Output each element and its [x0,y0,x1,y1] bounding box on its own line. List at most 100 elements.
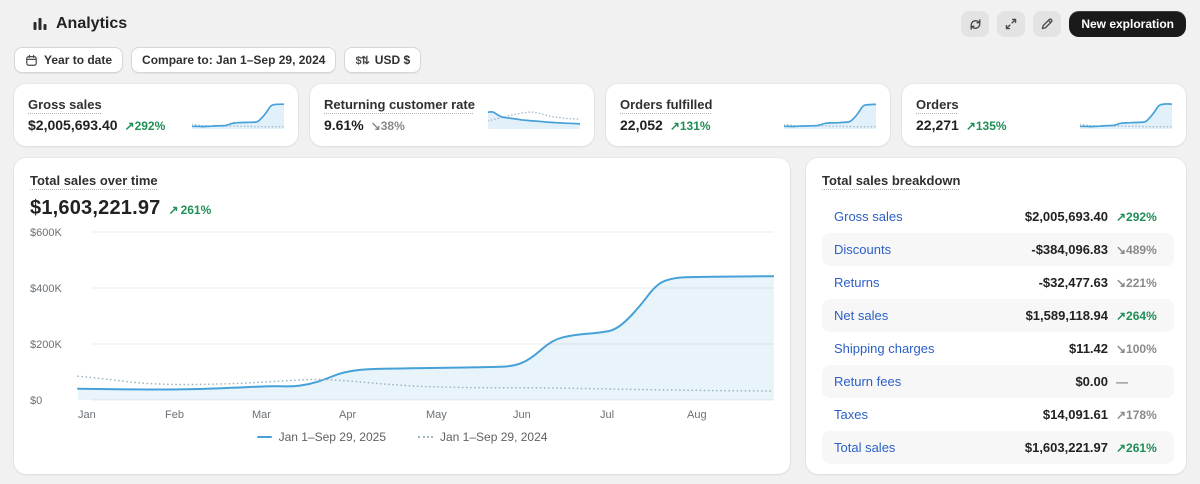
breakdown-row-net-sales: Net sales $1,589,118.94 ↗264% [822,299,1174,332]
breakdown-row-link[interactable]: Return fees [834,374,901,389]
sparkline-chart [1080,103,1172,129]
metric-card-returning-customer-rate: Returning customer rate 9.61% ↘38% [310,84,594,146]
metric-value: 9.61% [324,117,364,133]
breakdown-row-taxes: Taxes $14,091.61 ↗178% [822,398,1174,431]
edit-button[interactable] [1033,11,1062,37]
main-content: Total sales over time $1,603,221.97 ↗ 261… [14,158,1186,474]
breakdown-row-gross-sales: Gross sales $2,005,693.40 ↗292% [822,200,1174,233]
breakdown-row-value: $1,603,221.97 [1024,440,1108,455]
refresh-button[interactable] [961,11,990,37]
breakdown-row-value: -$384,096.83 [1031,242,1108,257]
expand-icon [1006,18,1017,30]
x-axis-tick: Feb [165,409,184,421]
breakdown-row-change: ↗264% [1116,309,1157,323]
breakdown-row-link[interactable]: Total sales [834,440,895,455]
x-axis-tick: Jun [513,409,531,421]
metric-value: 22,052 [620,117,663,133]
breakdown-row-value: $0.00 [1075,374,1108,389]
breakdown-title[interactable]: Total sales breakdown [822,173,960,188]
metric-value: 22,271 [916,117,959,133]
breakdown-row-returns: Returns -$32,477.63 ↘221% [822,266,1174,299]
legend-item-comparison[interactable]: Jan 1–Sep 29, 2024 [418,430,547,444]
legend-item-current[interactable]: Jan 1–Sep 29, 2025 [256,430,386,444]
metric-change: ↗135% [965,119,1007,133]
breakdown-row-discounts: Discounts -$384,096.83 ↘489% [822,233,1174,266]
refresh-icon [970,18,981,30]
solid-line-swatch [256,436,272,438]
metric-card-gross-sales: Gross sales $2,005,693.40 ↗292% [14,84,298,146]
total-sales-change: ↗ 261% [168,203,212,217]
total-sales-value: $1,603,221.97 [30,197,161,219]
metric-change: ↗292% [124,119,166,133]
breakdown-row-change: — [1116,375,1128,389]
breakdown-row-shipping-charges: Shipping charges $11.42 ↘100% [822,332,1174,365]
breakdown-row-return-fees: Return fees $0.00 — [822,365,1174,398]
analytics-bars-icon [32,16,48,32]
dotted-line-swatch [418,436,433,438]
legend-label: Jan 1–Sep 29, 2025 [278,430,386,444]
breakdown-row-link[interactable]: Taxes [834,407,868,422]
metric-label[interactable]: Returning customer rate [324,97,475,112]
date-range-button[interactable]: Year to date [14,47,124,73]
currency-convert-icon: $⇅ [355,54,369,67]
breakdown-row-value: $14,091.61 [1042,407,1108,422]
pencil-icon [1042,18,1053,30]
total-sales-breakdown-card: Total sales breakdown Gross sales $2,005,… [806,158,1186,474]
metric-change: ↗131% [669,119,711,133]
breakdown-row-link[interactable]: Gross sales [834,209,903,224]
chart-title[interactable]: Total sales over time [30,173,158,188]
metric-value: $2,005,693.40 [28,117,118,133]
currency-button[interactable]: $⇅ USD $ [344,47,422,73]
breakdown-row-change: ↘100% [1116,342,1157,356]
x-axis-tick: Apr [339,409,356,421]
breakdown-row-link[interactable]: Returns [834,275,880,290]
compare-button[interactable]: Compare to: Jan 1–Sep 29, 2024 [131,47,337,73]
trend-up-icon: ↗ [168,203,179,217]
total-sales-line-chart: $600K $400K $200K $0 Jan Feb Mar Apr May Jun Jul Au… [30,227,774,421]
breakdown-row-value: $1,589,118.94 [1025,308,1108,323]
metric-label[interactable]: Orders fulfilled [620,97,712,112]
filter-bar: Year to date Compare to: Jan 1–Sep 29, 2… [14,47,1186,73]
breakdown-row-value: -$32,477.63 [1038,275,1108,290]
y-axis-tick: $0 [30,395,42,407]
metric-card-orders-fulfilled: Orders fulfilled 22,052 ↗131% [606,84,890,146]
page-title: Analytics [56,15,128,32]
x-axis-tick: Jan [78,409,96,421]
sparkline-chart [488,111,580,129]
metric-label[interactable]: Gross sales [28,97,102,112]
breakdown-row-value: $2,005,693.40 [1024,209,1108,224]
breakdown-row-change: ↗261% [1116,441,1157,455]
metric-card-orders: Orders 22,271 ↗135% [902,84,1186,146]
currency-label: USD $ [374,53,411,67]
breakdown-row-link[interactable]: Discounts [834,242,891,257]
breakdown-row-link[interactable]: Net sales [834,308,888,323]
series-area [78,276,774,400]
total-sales-chart-card: Total sales over time $1,603,221.97 ↗ 261… [14,158,790,474]
breakdown-row-change: ↗292% [1116,210,1157,224]
breakdown-row-total-sales: Total sales $1,603,221.97 ↗261% [822,431,1174,464]
breakdown-row-link[interactable]: Shipping charges [834,341,934,356]
breakdown-row-change: ↗178% [1116,408,1157,422]
expand-button[interactable] [997,11,1026,37]
x-axis-tick: May [426,409,447,421]
new-exploration-button[interactable]: New exploration [1069,11,1186,37]
metric-label[interactable]: Orders [916,97,959,112]
compare-label: Compare to: Jan 1–Sep 29, 2024 [142,53,326,67]
breakdown-row-change: ↘489% [1116,243,1157,257]
metric-change: ↘38% [370,119,405,133]
x-axis-tick: Aug [687,409,707,421]
calendar-icon [26,54,37,66]
legend-label: Jan 1–Sep 29, 2024 [440,430,548,444]
date-range-label: Year to date [44,53,113,67]
chart-legend: Jan 1–Sep 29, 2025 Jan 1–Sep 29, 2024 [30,430,774,444]
sparkline-chart [192,103,284,129]
sparkline-chart [784,103,876,129]
x-axis-tick: Jul [600,409,614,421]
breakdown-row-value: $11.42 [1068,341,1108,356]
topbar: Analytics New exploration [14,10,1186,38]
breakdown-rows: Gross sales $2,005,693.40 ↗292% Discounts -$… [822,200,1174,464]
y-axis-tick: $200K [30,339,62,351]
breakdown-row-change: ↘221% [1116,276,1157,290]
y-axis-tick: $400K [30,283,62,295]
metric-cards: Gross sales $2,005,693.40 ↗292% Returning c… [14,84,1186,146]
